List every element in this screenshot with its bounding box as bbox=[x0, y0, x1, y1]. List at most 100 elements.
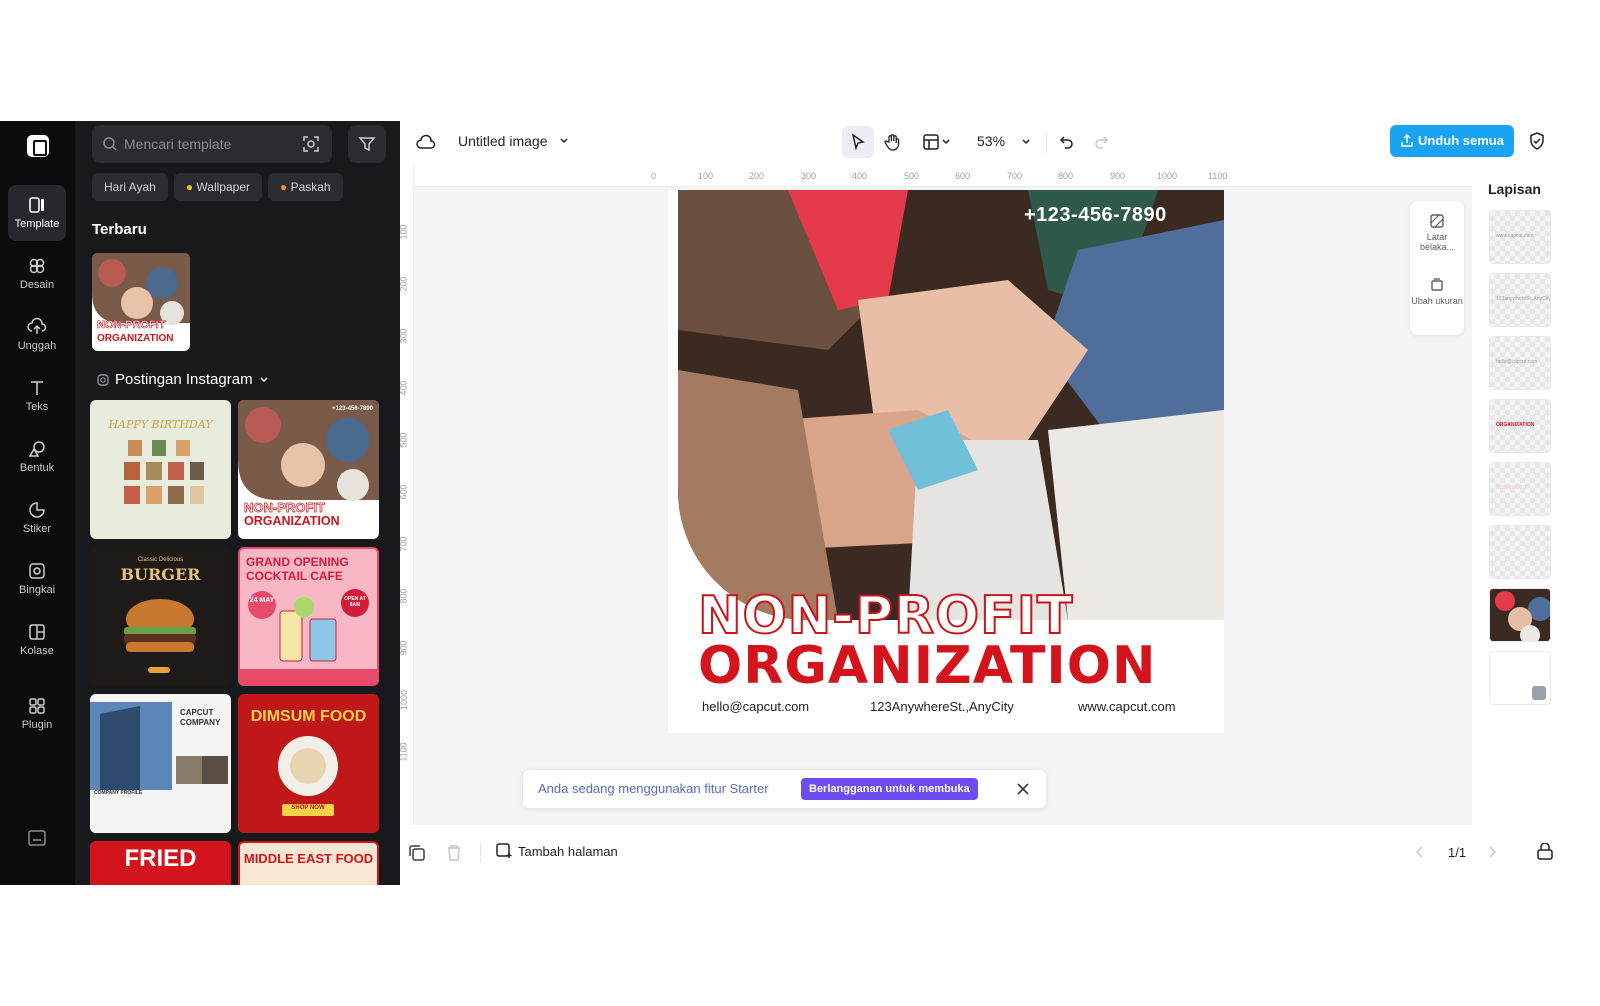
chevron-down-icon[interactable] bbox=[558, 135, 570, 147]
ruler-tick: 1100 bbox=[398, 742, 409, 762]
layer-item[interactable]: +123-456-7890 bbox=[1489, 525, 1551, 579]
template-cocktail[interactable]: GRAND OPENING COCKTAIL CAFE 24 MAY OPEN … bbox=[238, 547, 379, 686]
recent-template-thumb[interactable]: NON-PROFIT ORGANIZATION bbox=[92, 253, 190, 351]
layer-item-photo[interactable] bbox=[1489, 588, 1551, 642]
layer-item[interactable]: ORGANIZATION bbox=[1489, 399, 1551, 453]
title-line-organization[interactable]: ORGANIZATION bbox=[698, 636, 1157, 696]
zoom-chevron-icon[interactable] bbox=[1020, 136, 1032, 148]
rail-label: Template bbox=[14, 218, 60, 230]
close-icon[interactable] bbox=[1016, 782, 1030, 796]
rail-item-design[interactable]: Desain bbox=[8, 246, 66, 302]
template-middle-east[interactable]: MIDDLE EAST FOOD bbox=[238, 841, 379, 885]
ruler-tick: 300 bbox=[398, 328, 409, 344]
prev-page-icon[interactable] bbox=[1414, 845, 1426, 859]
template-dimsum[interactable]: DIMSUM FOOD SHOP NOW bbox=[238, 694, 379, 833]
background-label: Latar belaka... bbox=[1419, 232, 1455, 252]
photo-7 bbox=[190, 462, 204, 480]
shield-icon[interactable] bbox=[1528, 131, 1546, 151]
website-text[interactable]: www.capcut.com bbox=[1078, 699, 1176, 714]
address-text[interactable]: 123AnywhereSt.,AnyCity bbox=[870, 699, 1014, 714]
template-icon bbox=[29, 197, 44, 213]
resize-label: Ubah ukuran bbox=[1411, 296, 1463, 306]
rail-label: Stiker bbox=[22, 523, 52, 535]
filter-button[interactable] bbox=[348, 125, 386, 163]
rail-item-upload[interactable]: Unggah bbox=[8, 307, 66, 363]
middleeast-title: MIDDLE EAST FOOD bbox=[243, 851, 374, 866]
next-page-icon[interactable] bbox=[1486, 845, 1498, 859]
company-title2: COMPANY bbox=[180, 718, 221, 727]
rail-label: Unggah bbox=[17, 340, 57, 352]
ruler-tick: 200 bbox=[398, 276, 409, 292]
capcut-logo-icon[interactable] bbox=[27, 135, 49, 157]
rail-item-collage[interactable]: Kolase bbox=[8, 612, 66, 668]
layer-label: 123anywhereSt.,AnyCity bbox=[1496, 296, 1551, 302]
rail-item-text[interactable]: Teks bbox=[8, 368, 66, 424]
delete-page-icon[interactable] bbox=[446, 844, 462, 862]
cloud-sync-icon[interactable] bbox=[416, 133, 436, 153]
duplicate-page-icon[interactable] bbox=[408, 844, 426, 862]
rail-item-plugin[interactable]: Plugin bbox=[8, 686, 66, 742]
keyboard-shortcuts-icon[interactable] bbox=[27, 829, 47, 852]
rail-label: Bingkai bbox=[18, 584, 56, 596]
email-text[interactable]: hello@capcut.com bbox=[702, 699, 809, 714]
download-all-button[interactable]: Unduh semua bbox=[1390, 125, 1514, 157]
artboard[interactable]: +123-456-7890 NON-PROFIT ORGANIZATION he… bbox=[668, 190, 1224, 733]
undo-icon[interactable] bbox=[1058, 133, 1076, 151]
photo-4 bbox=[124, 462, 140, 480]
chip-father-day[interactable]: Hari Ayah bbox=[92, 173, 168, 201]
layer-item[interactable]: 123anywhereSt.,AnyCity bbox=[1489, 273, 1551, 327]
rail-item-template[interactable]: Template bbox=[8, 185, 66, 241]
filter-icon bbox=[358, 137, 376, 152]
subscribe-button[interactable]: Berlangganan untuk membuka bbox=[801, 778, 978, 800]
select-tool-button[interactable] bbox=[842, 126, 874, 158]
recent-thumb-line1: NON-PROFIT bbox=[97, 319, 166, 332]
photo-5 bbox=[146, 462, 162, 480]
recent-thumb-line2: ORGANIZATION bbox=[97, 333, 174, 344]
rail-item-sticker[interactable]: Stiker bbox=[8, 490, 66, 546]
rail-item-frame[interactable]: Bingkai bbox=[8, 551, 66, 607]
resize-tool[interactable]: Ubah ukuran bbox=[1410, 277, 1464, 306]
layout-menu-button[interactable] bbox=[916, 126, 960, 158]
rail-item-shape[interactable]: Bentuk bbox=[8, 429, 66, 485]
ruler-tick: 1100 bbox=[1208, 171, 1228, 181]
template-burger[interactable]: Classic Delicious BURGER bbox=[90, 547, 231, 686]
zoom-level[interactable]: 53% bbox=[977, 133, 1005, 149]
add-page-icon bbox=[496, 843, 512, 858]
wallpaper-emoji-icon: ● bbox=[185, 180, 194, 194]
recent-title: Terbaru bbox=[92, 221, 147, 238]
instagram-post-category[interactable]: Postingan Instagram bbox=[97, 371, 269, 388]
category-title: Postingan Instagram bbox=[115, 371, 253, 388]
layer-item[interactable]: NON-PROFIT bbox=[1489, 462, 1551, 516]
chip-wallpaper[interactable]: ● Wallpaper bbox=[173, 173, 262, 201]
add-page-button[interactable]: Tambah halaman bbox=[496, 843, 618, 859]
ruler-tick: 400 bbox=[852, 171, 868, 181]
hand-tool-button[interactable] bbox=[877, 126, 909, 158]
fried-title: FRIED bbox=[124, 845, 197, 872]
layer-item[interactable]: www.capcut.com bbox=[1489, 210, 1551, 264]
background-tool[interactable]: Latar belaka... bbox=[1410, 213, 1464, 252]
company-footer: COMPANY PROFILE bbox=[94, 790, 143, 796]
company-title1: CAPCUT bbox=[180, 708, 214, 717]
chip-easter[interactable]: ● Paskah bbox=[267, 173, 343, 201]
image-search-icon[interactable] bbox=[302, 135, 320, 153]
template-fried[interactable]: FRIED bbox=[90, 841, 231, 885]
template-birthday[interactable]: HAPPY BIRTHDAY bbox=[90, 400, 231, 539]
page-overview-icon[interactable] bbox=[1536, 843, 1554, 861]
layer-item-background[interactable] bbox=[1489, 651, 1551, 705]
template-nonprofit[interactable]: +123-456-7890 NON-PROFIT ORGANIZATION bbox=[238, 400, 379, 539]
template-company[interactable]: CAPCUT COMPANY COMPANY PROFILE bbox=[90, 694, 231, 833]
canvas-area[interactable]: +123-456-7890 NON-PROFIT ORGANIZATION he… bbox=[414, 187, 1472, 825]
search-input[interactable] bbox=[124, 125, 294, 163]
vertical-ruler: 100 200 300 400 500 600 700 800 900 1000… bbox=[398, 165, 414, 825]
hands-photo[interactable] bbox=[678, 190, 1224, 620]
redo-icon[interactable] bbox=[1092, 133, 1110, 151]
dimsum-cta: SHOP NOW bbox=[291, 805, 325, 811]
document-title[interactable]: Untitled image bbox=[458, 133, 548, 149]
phone-text[interactable]: +123-456-7890 bbox=[1024, 204, 1167, 227]
layer-item[interactable]: hello@capcut.com bbox=[1489, 336, 1551, 390]
frame-icon bbox=[29, 563, 45, 579]
divider bbox=[480, 843, 481, 863]
template-search bbox=[92, 125, 332, 163]
birthday-title: HAPPY BIRTHDAY bbox=[108, 418, 213, 431]
ruler-tick: 700 bbox=[1007, 171, 1023, 181]
